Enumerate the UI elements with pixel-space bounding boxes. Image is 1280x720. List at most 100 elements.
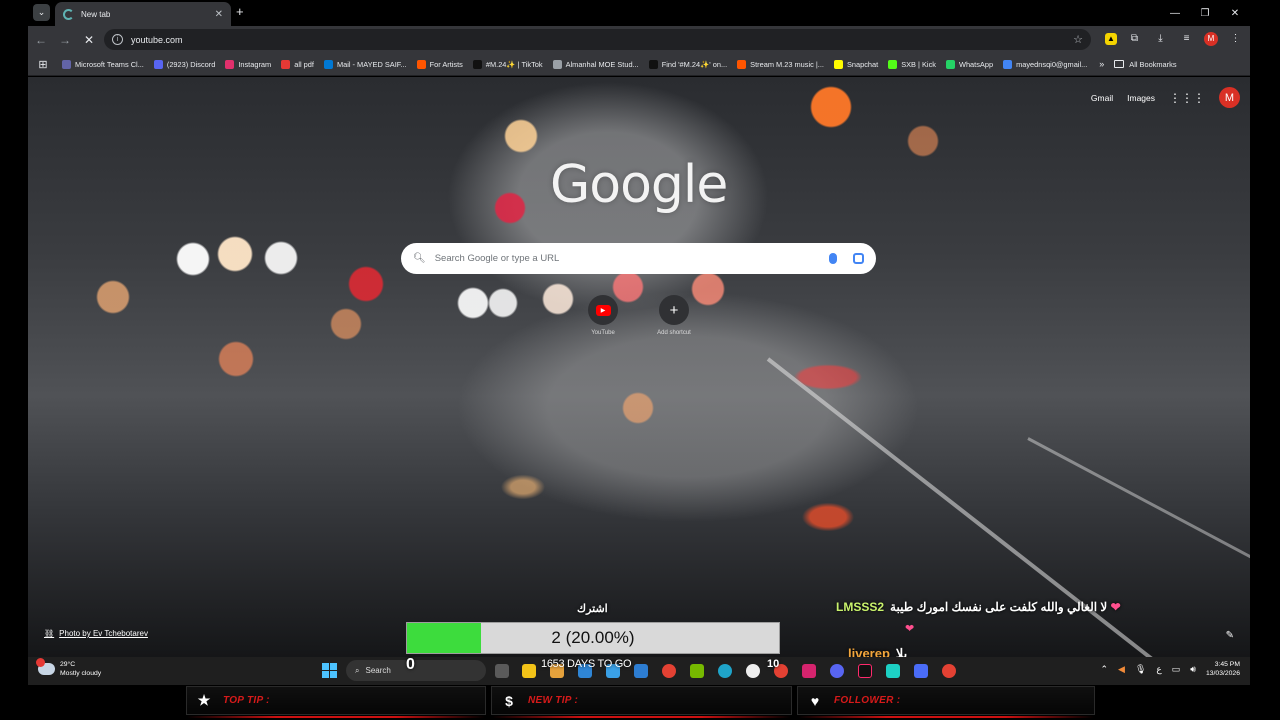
time: 3:45 PM [1214, 661, 1240, 668]
voice-search-icon[interactable] [829, 253, 837, 264]
discord-icon[interactable] [830, 664, 844, 678]
app-icon[interactable] [634, 664, 648, 678]
app-tray-icon[interactable]: ◀ [1118, 664, 1125, 675]
weather-text: 29°C Mostly cloudy [60, 660, 101, 678]
chrome-icon[interactable] [662, 664, 676, 678]
profile-avatar[interactable]: M [1204, 31, 1218, 46]
app-icon[interactable] [914, 664, 928, 678]
app-icon[interactable] [802, 664, 816, 678]
photo-credit-text[interactable]: Photo by Ev Tchebotarev [59, 629, 148, 638]
search-icon: ⌕ [355, 665, 360, 675]
stop-loading-icon[interactable]: ✕ [78, 29, 100, 51]
apps-grid-icon[interactable]: ⊞ [36, 58, 50, 71]
bookmark-item[interactable]: Mail - MAYED SAIF... [323, 59, 407, 69]
chrome-icon[interactable] [942, 664, 956, 678]
url-text[interactable]: youtube.com [131, 35, 1073, 45]
search-input[interactable]: Search Google or type a URL [435, 253, 829, 264]
media-control-icon[interactable]: ≡ [1178, 30, 1195, 47]
bookmark-item[interactable]: Find '#M.24✨' on... [648, 59, 727, 69]
bookmark-item[interactable]: Almanhal MOE Stud... [552, 59, 639, 69]
maximize-button[interactable]: ❐ [1190, 0, 1220, 26]
bookmark-item[interactable]: #M.24✨ | TikTok [472, 59, 543, 69]
clock[interactable]: 3:45 PM 13/03/2026 [1206, 660, 1240, 678]
shortcut-add[interactable]: + Add shortcut [639, 295, 709, 336]
volume-icon[interactable]: 🔊︎ [1190, 664, 1196, 675]
bookmark-item[interactable]: Stream M.23 music |... [737, 59, 824, 69]
bookmark-item[interactable]: mayednsqi0@gmail... [1003, 59, 1088, 69]
minimize-button[interactable]: — [1160, 0, 1190, 26]
back-icon[interactable]: ← [30, 29, 52, 51]
account-avatar[interactable]: M [1219, 87, 1240, 108]
bookmark-item[interactable]: (2923) Discord [153, 59, 215, 69]
bookmark-favicon-icon [62, 59, 71, 69]
file-explorer-icon[interactable] [522, 664, 536, 678]
taskbar-search[interactable]: ⌕ Search [346, 660, 486, 681]
app-icon[interactable] [746, 664, 760, 678]
folder-icon [1114, 60, 1125, 68]
tiktok-icon[interactable] [858, 664, 872, 678]
windows-start-icon[interactable] [322, 663, 337, 678]
bookmark-item[interactable]: SXB | Kick [888, 59, 936, 69]
close-tab-icon[interactable]: ✕ [215, 9, 223, 20]
extensions-puzzle-icon[interactable]: ⧉ [1126, 30, 1143, 47]
microphone-icon[interactable]: 🎙︎ [1135, 664, 1146, 675]
weather-widget[interactable]: 29°C Mostly cloudy [36, 658, 101, 678]
gmail-link[interactable]: Gmail [1091, 93, 1113, 103]
bookmark-item[interactable]: For Artists [416, 59, 463, 69]
bookmark-favicon-icon [472, 59, 482, 69]
task-view-icon[interactable] [495, 664, 509, 678]
extension-icon[interactable]: ▲ [1105, 32, 1117, 45]
bookmark-label: all pdf [294, 59, 314, 69]
toolbar-actions: ▲ ⧉ ⤓ ≡ M ⋮ [1105, 30, 1244, 47]
bookmark-item[interactable]: WhatsApp [945, 59, 993, 69]
bookmark-item[interactable]: all pdf [281, 59, 314, 69]
tab-title: New tab [81, 9, 111, 19]
nvidia-icon[interactable] [690, 664, 704, 678]
heart-icon: ❤ [1110, 600, 1121, 614]
app-icon[interactable] [886, 664, 900, 678]
add-shortcut-icon: + [659, 295, 689, 325]
edge-icon[interactable] [718, 664, 732, 678]
customize-pencil-icon[interactable]: ✎ [1226, 630, 1234, 641]
forward-icon[interactable]: → [54, 29, 76, 51]
bookmark-label: mayednsqi0@gmail... [1016, 59, 1088, 69]
shortcut-youtube[interactable]: ▶ YouTube [568, 295, 638, 336]
screen: ⌄ New tab ✕ + — ❐ ✕ ← → ✕ i youtube.com … [0, 0, 1280, 720]
new-tab-icon[interactable]: + [236, 5, 244, 19]
images-link[interactable]: Images [1127, 93, 1155, 103]
photo-credit[interactable]: ⛓ Photo by Ev Tchebotarev [44, 629, 148, 638]
search-box[interactable]: 🔍︎ Search Google or type a URL [401, 243, 876, 274]
google-lens-icon[interactable] [853, 253, 864, 264]
network-icon[interactable]: ▭ [1172, 664, 1181, 675]
new-tab-page: Gmail Images ⋮⋮⋮ M Google 🔍︎ Search Goog… [28, 77, 1250, 657]
days-to-go-text: 1653 DAYS TO GO [541, 658, 632, 670]
google-logo: Google [550, 155, 728, 215]
language-indicator[interactable]: ع [1156, 664, 1161, 675]
bookmark-favicon-icon [888, 59, 898, 69]
download-icon[interactable]: ⤓ [1152, 30, 1169, 47]
youtube-icon: ▶ [595, 304, 611, 316]
date: 13/03/2026 [1205, 670, 1240, 677]
tab-new-tab[interactable]: New tab ✕ [55, 2, 231, 26]
address-bar[interactable]: i youtube.com ☆ [104, 29, 1091, 50]
bookmark-item[interactable]: Microsoft Teams Cl... [62, 59, 144, 69]
menu-kebab-icon[interactable]: ⋮ [1227, 30, 1244, 47]
tab-search-icon[interactable]: ⌄ [33, 4, 50, 21]
close-window-button[interactable]: ✕ [1220, 0, 1250, 26]
chevron-up-icon[interactable]: ⌃ [1101, 664, 1109, 675]
bookmark-favicon-icon [153, 59, 163, 69]
bookmark-star-icon[interactable]: ☆ [1073, 33, 1083, 46]
bookmark-item[interactable]: Snapchat [833, 59, 878, 69]
loading-icon [63, 8, 74, 20]
top-links: Gmail Images ⋮⋮⋮ M [1091, 87, 1240, 108]
goal-text: 2 (20.00%) [551, 628, 635, 647]
bookmark-favicon-icon [552, 59, 562, 69]
all-bookmarks-button[interactable]: All Bookmarks [1114, 60, 1177, 69]
site-info-icon[interactable]: i [112, 34, 123, 45]
star-icon: ★ [197, 692, 211, 708]
bookmark-item[interactable]: Instagram [225, 59, 271, 69]
more-bookmarks-icon[interactable]: » [1099, 59, 1104, 69]
google-apps-icon[interactable]: ⋮⋮⋮ [1169, 91, 1205, 105]
subscriber-goal-bar: 2 (20.00%) [406, 622, 780, 654]
temperature: 29°C [60, 661, 76, 668]
